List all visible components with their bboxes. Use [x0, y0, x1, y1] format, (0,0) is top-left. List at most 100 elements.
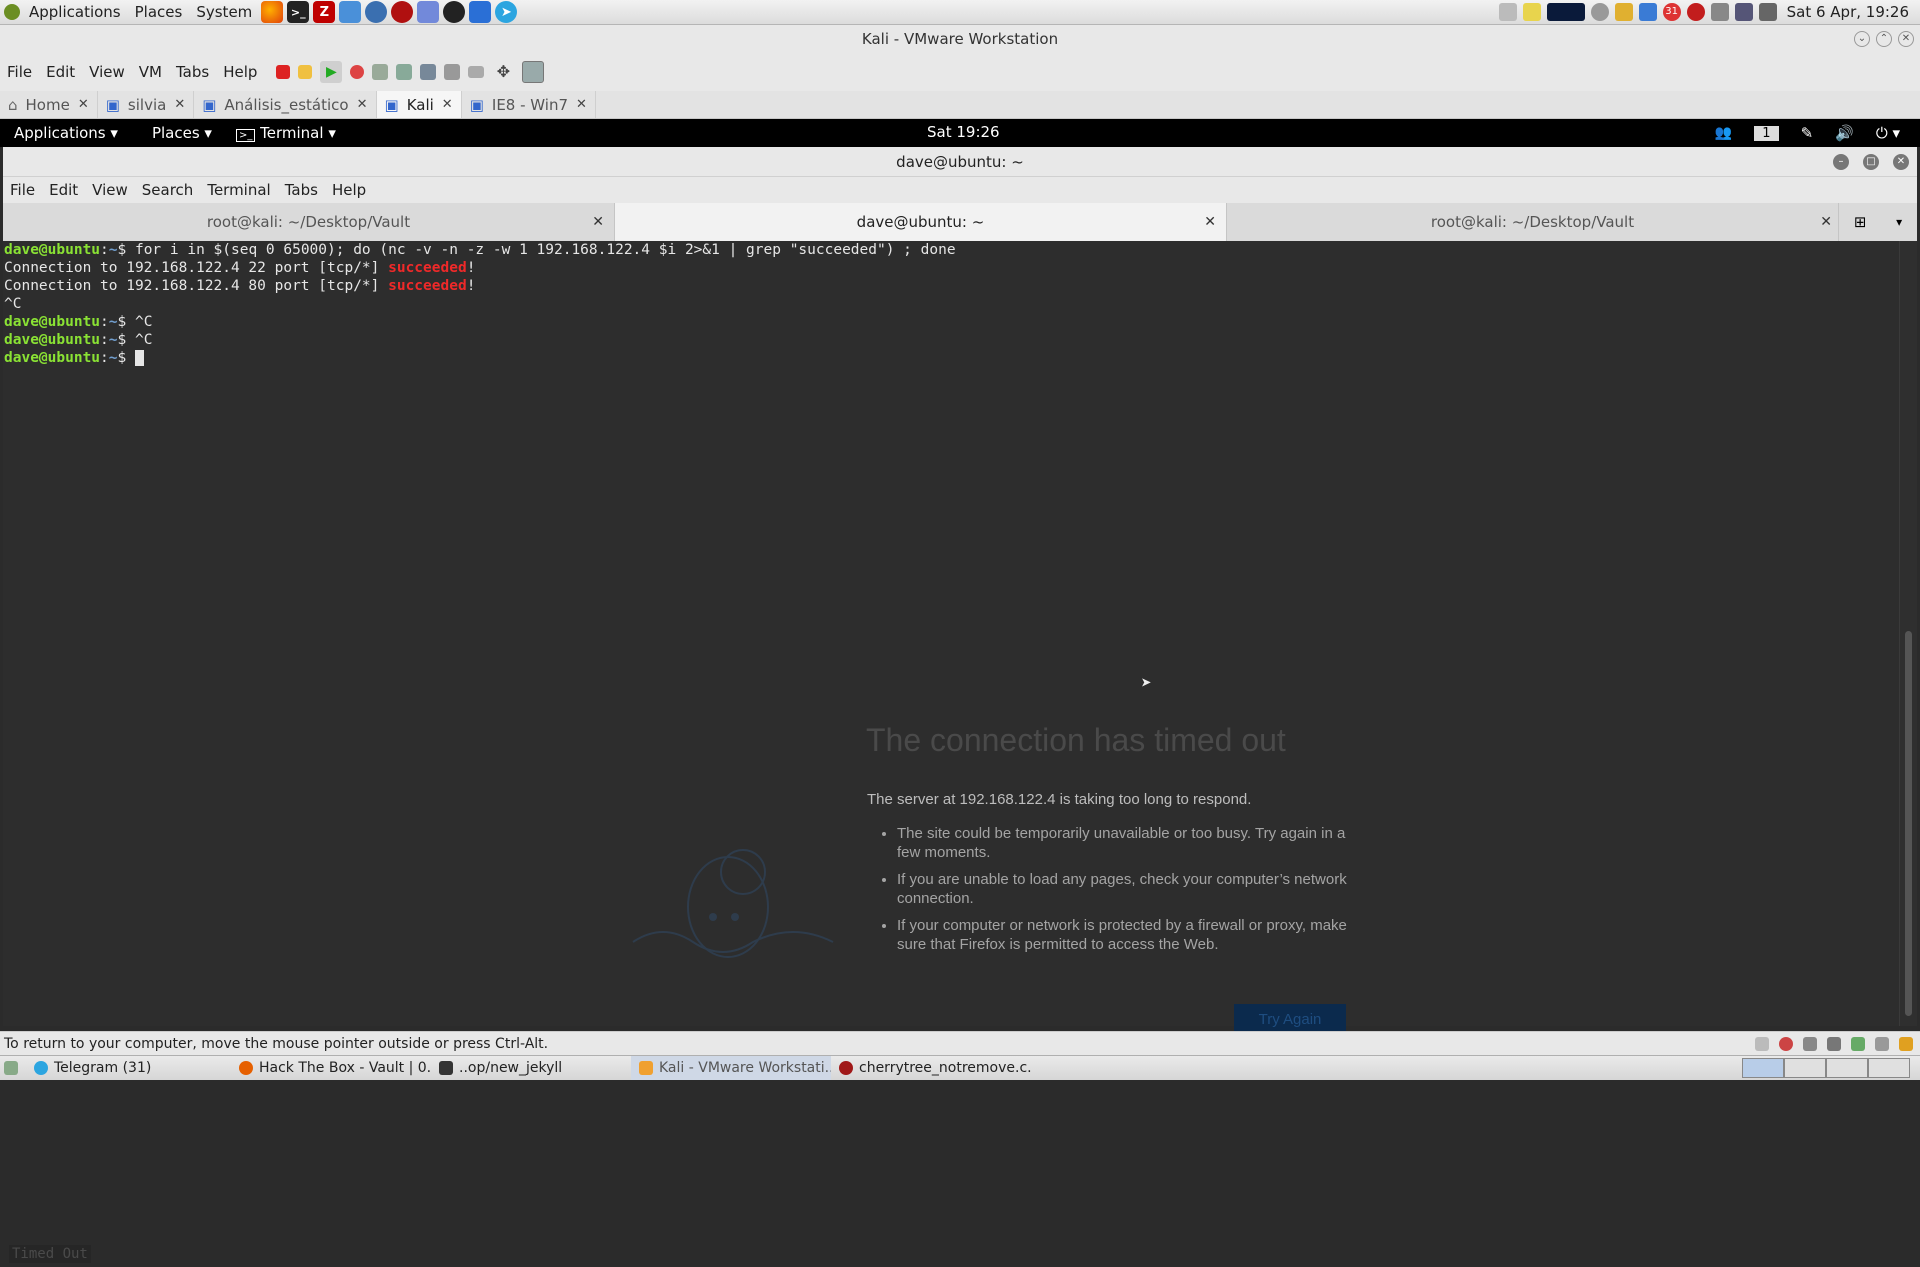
vm-tab-kali[interactable]: ▣ Kali ✕: [376, 91, 462, 118]
hard-disk-icon[interactable]: [1755, 1036, 1769, 1051]
revert-snapshot-icon[interactable]: [396, 64, 413, 80]
snapshot-icon[interactable]: [372, 64, 389, 80]
vpn-launcher-icon[interactable]: [443, 1, 466, 23]
message-log-icon[interactable]: [1899, 1036, 1913, 1051]
scrollbar-thumb[interactable]: [1905, 631, 1912, 1016]
workspace-4[interactable]: [1868, 1058, 1910, 1078]
vm-menu-vm[interactable]: VM: [132, 63, 169, 81]
kali-launcher-icon[interactable]: [469, 1, 492, 23]
taskbar-item-vmware[interactable]: Kali - VMware Workstati...: [631, 1056, 831, 1080]
vm-menu-file[interactable]: File: [0, 63, 39, 81]
pen-icon[interactable]: ✎: [1801, 124, 1814, 142]
host-clock[interactable]: Sat 6 Apr, 19:26: [1780, 3, 1916, 21]
cherrytree-launcher-icon[interactable]: [391, 1, 414, 23]
vm-menu-view[interactable]: View: [82, 63, 132, 81]
notification-badge-icon[interactable]: 31: [1662, 3, 1681, 21]
term-menu-tabs[interactable]: Tabs: [278, 181, 325, 199]
library-icon[interactable]: [444, 64, 461, 80]
workspace-2[interactable]: [1784, 1058, 1826, 1078]
guest-clock[interactable]: Sat 19:26: [927, 123, 1000, 141]
guest-menu-places[interactable]: Places ▾: [145, 124, 219, 142]
volume-icon[interactable]: 🔊: [1835, 124, 1854, 142]
play-icon[interactable]: ▶: [320, 61, 343, 83]
taskbar-item-telegram[interactable]: Telegram (31): [26, 1056, 231, 1080]
usb-icon[interactable]: [1851, 1036, 1865, 1051]
vm-tab-silvia[interactable]: ▣ silvia ✕: [98, 91, 195, 118]
maximize-button[interactable]: □: [1863, 153, 1879, 170]
terminal-tab-kali-1[interactable]: root@kali: ~/Desktop/Vault ✕: [3, 203, 615, 241]
close-icon[interactable]: ✕: [442, 97, 453, 112]
sound-card-icon[interactable]: [1875, 1036, 1889, 1051]
close-icon[interactable]: ✕: [592, 214, 604, 230]
minimize-button[interactable]: ⌄: [1854, 31, 1870, 47]
close-button[interactable]: ✕: [1893, 153, 1909, 170]
close-icon[interactable]: ✕: [576, 97, 587, 112]
vmware-launcher-icon[interactable]: [339, 1, 362, 23]
distro-logo-icon[interactable]: [4, 4, 20, 20]
unity-icon[interactable]: [522, 61, 545, 83]
term-menu-help[interactable]: Help: [325, 181, 373, 199]
floppy-icon[interactable]: [1803, 1036, 1817, 1051]
host-menu-places[interactable]: Places: [128, 3, 190, 21]
terminal-launcher-icon[interactable]: >_: [287, 1, 310, 23]
term-menu-file[interactable]: File: [3, 181, 42, 199]
trash-icon[interactable]: [1498, 3, 1517, 21]
minimize-button[interactable]: –: [1833, 153, 1849, 170]
workspace-indicator[interactable]: 1: [1754, 125, 1779, 141]
vm-tab-ie8[interactable]: ▣ IE8 - Win7 ✕: [462, 91, 596, 118]
close-icon[interactable]: ✕: [1820, 214, 1832, 230]
terminal-output[interactable]: The connection has timed out The server …: [3, 241, 1899, 1263]
suspend-icon[interactable]: [298, 65, 313, 79]
people-icon[interactable]: 👥: [1715, 125, 1732, 141]
user-switch-icon[interactable]: [1758, 3, 1777, 21]
vm-menu-edit[interactable]: Edit: [39, 63, 82, 81]
power-icon[interactable]: ⏻ ▾: [1876, 124, 1900, 142]
vm-menu-tabs[interactable]: Tabs: [169, 63, 216, 81]
workspace-3[interactable]: [1826, 1058, 1868, 1078]
close-button[interactable]: ✕: [1898, 31, 1914, 47]
guest-menu-terminal[interactable]: >_ Terminal ▾: [229, 124, 343, 142]
term-menu-view[interactable]: View: [85, 181, 135, 199]
reset-icon[interactable]: [350, 65, 365, 79]
notes-icon[interactable]: [1522, 3, 1541, 21]
terminal-tab-kali-2[interactable]: root@kali: ~/Desktop/Vault ✕: [1227, 203, 1839, 241]
close-icon[interactable]: ✕: [174, 97, 185, 112]
guest-menu-applications[interactable]: Applications ▾: [0, 124, 125, 142]
new-tab-icon[interactable]: ⊞: [1854, 213, 1867, 231]
power-off-icon[interactable]: [276, 65, 291, 79]
close-icon[interactable]: ✕: [357, 97, 368, 112]
thumbnail-bar-icon[interactable]: [468, 66, 485, 78]
volume-icon[interactable]: [1710, 3, 1729, 21]
tab-list-icon[interactable]: ▾: [1896, 215, 1902, 229]
mail-icon[interactable]: [1686, 3, 1705, 21]
show-desktop-icon[interactable]: [4, 1061, 18, 1075]
vm-menu-help[interactable]: Help: [216, 63, 264, 81]
close-icon[interactable]: ✕: [1204, 214, 1216, 230]
terminal-tab-ubuntu[interactable]: dave@ubuntu: ~ ✕: [615, 203, 1227, 241]
term-menu-edit[interactable]: Edit: [42, 181, 85, 199]
vm-tab-home[interactable]: ⌂ Home ✕: [0, 91, 98, 118]
maximize-button[interactable]: ⌃: [1876, 31, 1892, 47]
taskbar-item-terminal[interactable]: ..op/new_jekyll: [431, 1056, 631, 1080]
host-menu-system[interactable]: System: [189, 3, 259, 21]
taskbar-item-firefox[interactable]: Hack The Box - Vault | 0...: [231, 1056, 431, 1080]
host-menu-applications[interactable]: Applications: [22, 3, 128, 21]
cd-drive-icon[interactable]: [1779, 1036, 1793, 1051]
taskbar-item-cherrytree[interactable]: cherrytree_notremove.c...: [831, 1056, 1031, 1080]
snapshot-manager-icon[interactable]: [420, 64, 437, 80]
system-monitor-icon[interactable]: [1546, 3, 1585, 21]
network-adapter-icon[interactable]: [1827, 1036, 1841, 1051]
close-icon[interactable]: ✕: [78, 97, 89, 112]
updates-icon[interactable]: [1614, 3, 1633, 21]
term-menu-terminal[interactable]: Terminal: [200, 181, 277, 199]
workspace-1[interactable]: [1742, 1058, 1784, 1078]
network-share-icon[interactable]: [1638, 3, 1657, 21]
terminal-scrollbar[interactable]: [1899, 241, 1917, 1026]
brightness-icon[interactable]: [1590, 3, 1609, 21]
term-menu-search[interactable]: Search: [135, 181, 201, 199]
discord-launcher-icon[interactable]: [417, 1, 440, 23]
vm-tab-analisis[interactable]: ▣ Análisis_estático ✕: [194, 91, 377, 118]
telegram-launcher-icon[interactable]: ➤: [495, 1, 518, 23]
github-launcher-icon[interactable]: [365, 1, 388, 23]
filezilla-launcher-icon[interactable]: Z: [313, 1, 336, 23]
